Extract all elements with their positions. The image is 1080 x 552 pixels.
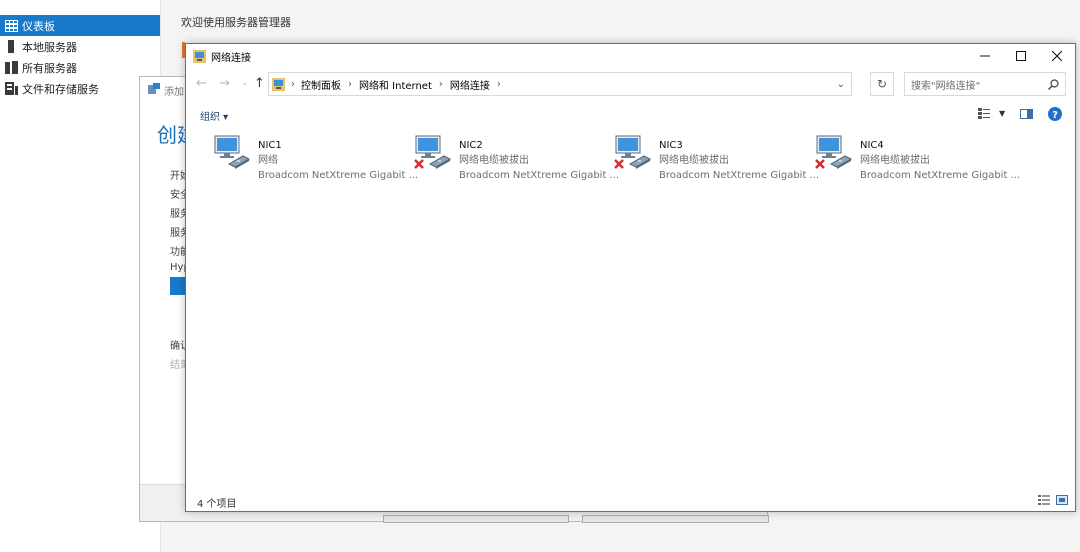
sidebar-item-label: 文件和存储服务 bbox=[22, 82, 99, 96]
details-view-icon bbox=[1038, 495, 1050, 505]
minimize-icon bbox=[980, 55, 990, 57]
change-view-button[interactable]: ▼ bbox=[978, 108, 1005, 119]
item-count: 4 个项目 bbox=[197, 499, 237, 510]
refresh-icon: ↻ bbox=[876, 77, 888, 91]
server-manager-sidebar: 仪表板 本地服务器 所有服务器 文件和存储服务 bbox=[0, 0, 161, 552]
wizard-next-button[interactable] bbox=[582, 515, 769, 523]
preview-pane-icon bbox=[1020, 109, 1033, 119]
wizard-nav-selection bbox=[170, 277, 186, 295]
welcome-title: 欢迎使用服务器管理器 bbox=[181, 16, 291, 29]
maximize-button[interactable] bbox=[1003, 44, 1039, 68]
dashboard-icon bbox=[4, 19, 18, 33]
titlebar: 网络连接 bbox=[186, 44, 1075, 68]
sidebar-item-file-storage[interactable]: 文件和存储服务 bbox=[0, 78, 160, 99]
breadcrumb-control-panel[interactable]: 控制面板 bbox=[301, 77, 341, 92]
breadcrumb-separator-icon: › bbox=[348, 78, 352, 90]
server-icon bbox=[4, 40, 18, 54]
adapter-status: 网络电缆被拔出 bbox=[659, 155, 729, 166]
svg-text:?: ? bbox=[1052, 110, 1058, 121]
forward-button[interactable]: → bbox=[219, 76, 230, 91]
recent-locations-button[interactable]: ⌄ bbox=[241, 78, 249, 88]
adapter-status: 网络电缆被拔出 bbox=[459, 155, 529, 166]
minimize-button[interactable] bbox=[967, 44, 1003, 68]
window-title: 网络连接 bbox=[211, 52, 251, 64]
adapter-device: Broadcom NetXtreme Gigabit ... bbox=[659, 170, 820, 181]
sidebar-item-label: 所有服务器 bbox=[22, 61, 77, 75]
address-dropdown-icon[interactable]: ⌄ bbox=[837, 79, 845, 90]
refresh-button[interactable]: ↻ bbox=[870, 72, 894, 96]
help-button[interactable]: ? bbox=[1048, 107, 1062, 121]
network-adapter-disconnected-icon bbox=[414, 134, 452, 174]
network-adapter-disconnected-icon bbox=[815, 134, 853, 174]
sidebar-item-all-servers[interactable]: 所有服务器 bbox=[0, 57, 160, 78]
adapter-name: NIC3 bbox=[659, 140, 683, 151]
breadcrumb-network-internet[interactable]: 网络和 Internet bbox=[359, 77, 432, 92]
chevron-down-icon: ▼ bbox=[999, 109, 1006, 118]
large-icons-view-button[interactable] bbox=[1056, 495, 1068, 505]
sidebar-item-local-server[interactable]: 本地服务器 bbox=[0, 36, 160, 57]
adapter-device: Broadcom NetXtreme Gigabit ... bbox=[459, 170, 620, 181]
adapter-nic4[interactable]: NIC4 网络电缆被拔出 Broadcom NetXtreme Gigabit … bbox=[803, 132, 1020, 182]
file-list: NIC1 网络 Broadcom NetXtreme Gigabit ... N… bbox=[186, 126, 1075, 488]
details-view-button[interactable] bbox=[1038, 495, 1050, 505]
help-icon: ? bbox=[1048, 107, 1062, 121]
status-bar: 4 个项目 bbox=[186, 489, 1075, 511]
sidebar-item-label: 仪表板 bbox=[22, 19, 55, 33]
adapter-device: Broadcom NetXtreme Gigabit ... bbox=[258, 170, 419, 181]
adapter-name: NIC4 bbox=[860, 140, 884, 151]
search-box[interactable]: 搜索"网络连接" bbox=[904, 72, 1066, 96]
servers-icon bbox=[4, 61, 18, 75]
wizard-app-icon bbox=[148, 83, 160, 98]
adapter-nic2[interactable]: NIC2 网络电缆被拔出 Broadcom NetXtreme Gigabit … bbox=[402, 132, 619, 182]
wizard-previous-button[interactable] bbox=[383, 515, 569, 523]
adapter-device: Broadcom NetXtreme Gigabit ... bbox=[860, 170, 1021, 181]
back-button[interactable]: ← bbox=[196, 76, 207, 91]
breadcrumb-separator-icon: › bbox=[496, 78, 501, 90]
sidebar-item-dashboard[interactable]: 仪表板 bbox=[0, 15, 160, 36]
breadcrumb-separator-icon: › bbox=[291, 78, 295, 90]
breadcrumb-separator-icon: › bbox=[438, 78, 443, 90]
adapter-nic1[interactable]: NIC1 网络 Broadcom NetXtreme Gigabit ... bbox=[201, 132, 418, 182]
preview-pane-button[interactable] bbox=[1020, 109, 1033, 119]
search-placeholder: 搜索"网络连接" bbox=[911, 80, 981, 92]
network-adapter-disconnected-icon bbox=[614, 134, 652, 174]
close-icon bbox=[1052, 51, 1062, 61]
maximize-icon bbox=[1016, 51, 1026, 61]
view-icon bbox=[978, 108, 990, 119]
command-bar: 组织 ▾ ▼ ? bbox=[186, 102, 1075, 126]
search-icon[interactable] bbox=[1048, 78, 1059, 90]
control-panel-icon bbox=[272, 77, 285, 91]
adapter-status: 网络 bbox=[258, 155, 278, 166]
up-button[interactable]: ↑ bbox=[254, 76, 265, 91]
address-row: ← → ⌄ ↑ › 控制面板 › 网络和 Internet › 网络连接 › ⌄… bbox=[186, 70, 1075, 98]
close-button[interactable] bbox=[1039, 44, 1075, 68]
adapter-name: NIC1 bbox=[258, 140, 282, 151]
organize-menu[interactable]: 组织 ▾ bbox=[200, 108, 228, 123]
network-folder-icon bbox=[193, 49, 206, 63]
storage-icon bbox=[4, 82, 18, 96]
adapter-name: NIC2 bbox=[459, 140, 483, 151]
address-bar[interactable]: › 控制面板 › 网络和 Internet › 网络连接 › ⌄ bbox=[268, 72, 852, 96]
network-connections-window: 网络连接 ← → ⌄ ↑ › 控制面板 › 网络和 Internet › 网络连… bbox=[185, 43, 1076, 512]
large-icons-view-icon bbox=[1056, 495, 1068, 505]
adapter-status: 网络电缆被拔出 bbox=[860, 155, 930, 166]
network-adapter-icon bbox=[213, 134, 251, 174]
sidebar-item-label: 本地服务器 bbox=[22, 40, 77, 54]
adapter-nic3[interactable]: NIC3 网络电缆被拔出 Broadcom NetXtreme Gigabit … bbox=[602, 132, 819, 182]
breadcrumb-network-connections[interactable]: 网络连接 bbox=[450, 77, 490, 92]
